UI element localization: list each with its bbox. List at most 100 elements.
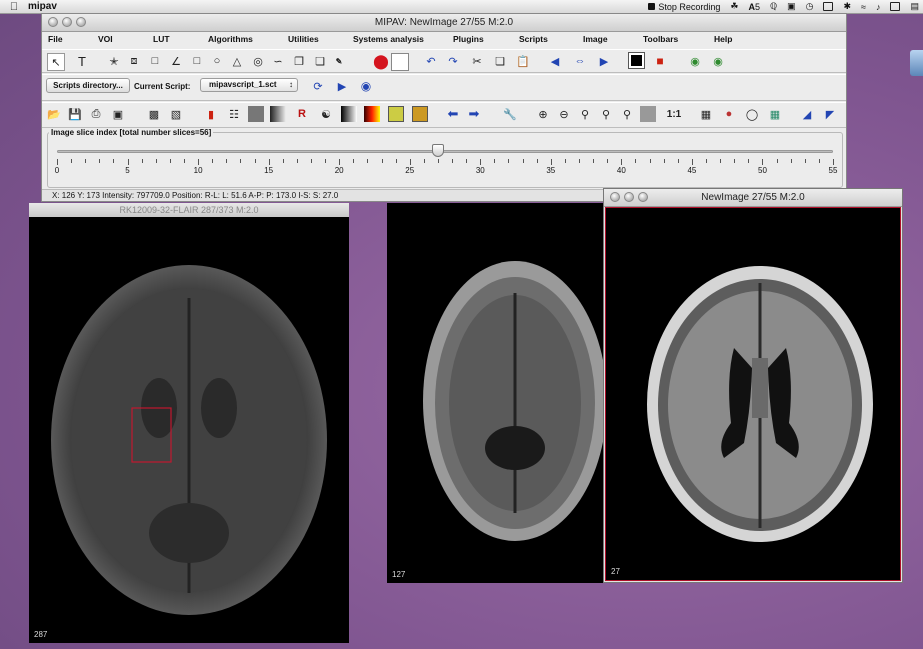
print-icon[interactable]: ⎙ xyxy=(88,106,104,122)
plus-box-icon[interactable]: ▣ xyxy=(787,1,796,12)
image-info-icon[interactable]: ▩ xyxy=(146,106,162,122)
stop-recording-item[interactable]: Stop Recording xyxy=(648,2,720,12)
newimage-canvas[interactable]: 27 xyxy=(605,207,901,581)
run-script-icon[interactable]: ▶ xyxy=(334,78,350,94)
cube-voi-icon[interactable]: ❐ xyxy=(291,53,307,69)
open-image-icon[interactable]: 📂 xyxy=(46,106,62,122)
redo-voi-icon[interactable]: ↷ xyxy=(445,53,461,69)
undo-voi-icon[interactable]: ↶ xyxy=(423,53,439,69)
point-voi-icon[interactable]: ✭ xyxy=(106,53,122,69)
next-slice-icon[interactable]: ➡ xyxy=(466,106,482,122)
skull-icon[interactable]: ◯ xyxy=(744,106,760,122)
split-voi-icon[interactable]: ⧈ xyxy=(126,53,142,69)
paint-brush-icon[interactable]: ■ xyxy=(652,53,668,69)
voi-front-icon[interactable]: ◀ xyxy=(547,53,563,69)
evernote-icon[interactable]: ☘ xyxy=(730,1,738,12)
hard-drive-icon[interactable] xyxy=(910,50,923,76)
menu-toolbars[interactable]: Toolbars xyxy=(643,34,678,44)
grid-icon[interactable]: ▦ xyxy=(698,106,714,122)
calendar-icon[interactable]: ▤ xyxy=(910,1,919,12)
zoom-one-to-one-button[interactable]: 1:1 xyxy=(663,106,685,122)
voi-back-icon[interactable]: ▶ xyxy=(596,53,612,69)
script-icon[interactable]: ℚ xyxy=(770,1,777,12)
menu-scripts[interactable]: Scripts xyxy=(519,34,548,44)
flip-vertical-icon[interactable]: ◤ xyxy=(822,106,838,122)
save-image-icon[interactable]: 💾 xyxy=(67,106,83,122)
newimage-window[interactable]: NewImage 27/55 M:2.0 27 xyxy=(603,188,903,583)
checker-icon[interactable] xyxy=(388,106,404,122)
help-pane-icon[interactable]: ◉ xyxy=(710,53,726,69)
rgb-icon[interactable]: R xyxy=(294,106,310,122)
grayscale-icon[interactable] xyxy=(270,106,286,122)
zoom-out-icon[interactable]: ⊖ xyxy=(556,106,572,122)
menu-algorithms[interactable]: Algorithms xyxy=(208,34,253,44)
capture-icon[interactable]: ▣ xyxy=(110,106,126,122)
menu-lut[interactable]: LUT xyxy=(153,34,170,44)
menu-utilities[interactable]: Utilities xyxy=(288,34,319,44)
protractor-icon[interactable]: ∠ xyxy=(168,53,184,69)
main-titlebar[interactable]: MIPAV: NewImage 27/55 M:2.0 xyxy=(42,14,846,32)
text-tool-icon[interactable]: T xyxy=(74,53,90,69)
scripts-directory-button[interactable]: Scripts directory... xyxy=(46,78,130,93)
levelset-voi-icon[interactable]: ◎ xyxy=(250,53,266,69)
paste-icon[interactable]: 📋 xyxy=(515,53,531,69)
magnify-icon[interactable]: ⚲ xyxy=(619,106,635,122)
ellipse-voi-icon[interactable]: ○ xyxy=(209,53,225,69)
menu-systems-analysis[interactable]: Systems analysis xyxy=(353,34,424,44)
tiles-icon[interactable]: ▦ xyxy=(767,106,783,122)
contrast-icon[interactable]: ☯ xyxy=(318,106,334,122)
flair-image-window[interactable]: RK12009-32-FLAIR 287/373 M:2.0 287 xyxy=(29,203,349,643)
checkerboard-icon[interactable] xyxy=(640,106,656,122)
slice-slider-thumb[interactable] xyxy=(431,144,444,157)
property-icon[interactable]: ◉ xyxy=(687,53,703,69)
bluetooth-icon[interactable]: ✱ xyxy=(843,1,851,12)
brain-icon[interactable]: ● xyxy=(721,106,737,122)
time-machine-icon[interactable]: ◷ xyxy=(806,1,814,12)
rectangle-voi-icon[interactable]: □ xyxy=(189,53,205,69)
paint-color-icon[interactable] xyxy=(628,52,645,69)
apple-menu-icon[interactable]:  xyxy=(0,1,28,13)
polygon-voi-icon[interactable]: △ xyxy=(229,53,245,69)
quick-lut-icon[interactable] xyxy=(248,106,264,122)
menu-image[interactable]: Image xyxy=(583,34,608,44)
battery-icon[interactable] xyxy=(890,2,901,11)
app-menu-name[interactable]: mipav xyxy=(28,1,57,12)
zoom-in-icon[interactable]: ⊕ xyxy=(535,106,551,122)
newimage-titlebar[interactable]: NewImage 27/55 M:2.0 xyxy=(604,189,902,207)
slice-slider-track[interactable] xyxy=(57,150,833,153)
cut-icon[interactable]: ✂ xyxy=(469,53,485,69)
histogram-icon[interactable]: ▮ xyxy=(203,106,219,122)
current-script-select[interactable]: mipavscript_1.sct ↕ xyxy=(200,78,298,92)
volume-icon[interactable]: ♪ xyxy=(876,2,881,12)
pointer-icon[interactable]: ↖ xyxy=(47,53,65,71)
refresh-scripts-icon[interactable]: ⟳ xyxy=(310,78,326,94)
record-script-icon[interactable]: ◉ xyxy=(358,78,374,94)
new-voi-icon[interactable]: ✎ xyxy=(331,53,347,69)
wifi-icon[interactable]: ≈ xyxy=(861,2,866,12)
slider-tick xyxy=(790,159,792,163)
copy-icon[interactable]: ❏ xyxy=(492,53,508,69)
menu-help[interactable]: Help xyxy=(714,34,732,44)
menu-voi[interactable]: VOI xyxy=(98,34,113,44)
flip-horizontal-icon[interactable]: ◢ xyxy=(799,106,815,122)
lut-icon[interactable]: ☷ xyxy=(226,106,242,122)
voi-move-icon[interactable]: ⇔ xyxy=(572,53,588,69)
menu-plugins[interactable]: Plugins xyxy=(453,34,484,44)
tools-icon[interactable]: 🔧 xyxy=(502,106,518,122)
display-icon[interactable] xyxy=(823,2,834,11)
movie-icon[interactable] xyxy=(412,106,428,122)
image-attributes-icon[interactable]: ▧ xyxy=(168,106,184,122)
zoom-fit-icon[interactable]: ⚲ xyxy=(598,106,614,122)
voi-blank-icon[interactable] xyxy=(391,53,409,71)
previous-slice-icon[interactable]: ⬅ xyxy=(445,106,461,122)
adobe-badge-icon[interactable]: A5 xyxy=(749,2,761,12)
line-voi-icon[interactable]: □ xyxy=(147,53,163,69)
hot-lut-icon[interactable] xyxy=(364,106,380,122)
zoom-region-icon[interactable]: ⚲ xyxy=(577,106,593,122)
voi-color-icon[interactable]: ⬤ xyxy=(373,53,389,69)
copy-voi-icon[interactable]: ❏ xyxy=(312,53,328,69)
gray-lut-icon[interactable] xyxy=(341,106,357,122)
livewire-voi-icon[interactable]: ∽ xyxy=(270,53,286,69)
slider-tick-label: 25 xyxy=(405,166,415,175)
menu-file[interactable]: File xyxy=(48,34,63,44)
